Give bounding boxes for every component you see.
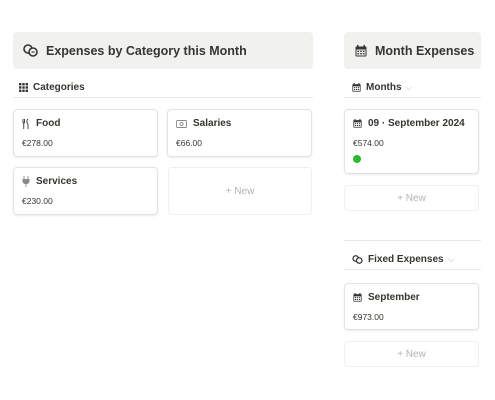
money-bill-icon	[176, 119, 187, 128]
section-divider	[344, 240, 481, 241]
calendar-icon	[353, 119, 362, 128]
category-panel-header: Expenses by Category this Month	[13, 32, 313, 69]
new-month-button[interactable]: + New	[344, 185, 479, 211]
new-button-label: + New	[225, 185, 255, 197]
chevron-down-icon[interactable]: ⌵	[406, 82, 413, 93]
coins-icon	[23, 44, 38, 57]
new-category-button[interactable]: + New	[168, 167, 312, 215]
category-card-amount: €66.00	[176, 138, 202, 148]
coins-icon	[352, 255, 363, 264]
category-card-title: Food	[36, 118, 61, 129]
fixed-expense-card-september[interactable]: September €973.00	[344, 283, 479, 330]
month-card-amount: €574.00	[353, 138, 384, 148]
month-card-september-2024[interactable]: 09 · September 2024 €574.00	[344, 109, 479, 174]
category-card-services[interactable]: Services €230.00	[13, 167, 158, 215]
months-view-label: Months	[366, 82, 402, 93]
calendar-icon	[353, 293, 362, 302]
month-expenses-header: Month Expenses	[344, 32, 481, 69]
new-fixed-expense-button[interactable]: + New	[344, 341, 479, 367]
category-card-food[interactable]: Food €278.00	[13, 109, 158, 157]
category-card-title: Services	[36, 176, 78, 187]
category-card-amount: €230.00	[22, 196, 53, 206]
fork-knife-icon	[22, 118, 30, 129]
months-view-tab[interactable]: Months ⌵	[344, 78, 481, 98]
category-panel-title: Expenses by Category this Month	[46, 43, 247, 58]
fixed-expense-card-amount: €973.00	[353, 312, 384, 322]
categories-view-tab[interactable]: Categories	[13, 78, 313, 98]
category-card-amount: €278.00	[22, 138, 53, 148]
new-button-label: + New	[397, 348, 426, 360]
calendar-icon	[355, 44, 367, 57]
categories-view-label: Categories	[33, 82, 85, 93]
month-card-title: 09 · September 2024	[368, 118, 465, 129]
fixed-expense-card-title: September	[368, 292, 420, 303]
fixed-expenses-view-tab[interactable]: Fixed Expenses ⌵	[344, 250, 481, 270]
grid-icon	[19, 83, 28, 92]
fixed-expenses-view-label: Fixed Expenses	[368, 254, 444, 265]
category-card-salaries[interactable]: Salaries €66.00	[167, 109, 312, 157]
month-expenses-title: Month Expenses	[375, 43, 475, 58]
new-button-label: + New	[397, 192, 426, 204]
chevron-down-icon[interactable]: ⌵	[448, 254, 455, 265]
calendar-icon	[352, 83, 361, 92]
status-dot	[353, 155, 361, 163]
plug-icon	[22, 176, 30, 187]
category-card-title: Salaries	[193, 118, 232, 129]
